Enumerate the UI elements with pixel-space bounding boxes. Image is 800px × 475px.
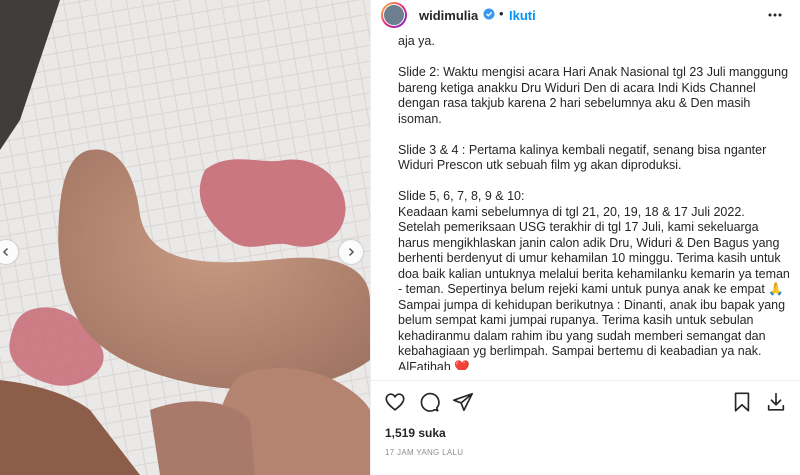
username-link[interactable]: widimulia [419,8,478,23]
post-header: widimulia • Ikuti [371,0,800,30]
caption-paragraph: Slide 3 & 4 : Pertama kalinya kembali ne… [398,142,767,173]
separator-dot: • [499,6,504,21]
post-photo[interactable] [0,0,370,475]
more-options-icon[interactable] [767,7,783,23]
action-bar [371,380,800,421]
post-timestamp[interactable]: 17 JAM YANG LALU [385,448,463,457]
caption-paragraph: Slide 2: Waktu mengisi acara Hari Anak N… [398,65,789,126]
comment-icon[interactable] [418,391,440,413]
post-caption: aja ya. Slide 2: Waktu mengisi acara Har… [398,34,790,370]
avatar[interactable] [381,2,407,28]
chevron-right-icon [348,247,355,257]
caption-paragraph: Slide 5, 6, 7, 8, 9 & 10: Keadaan kami s… [398,189,790,370]
next-slide-button[interactable] [339,240,363,264]
bookmark-icon[interactable] [731,391,753,413]
chevron-left-icon [2,247,9,257]
download-icon[interactable] [765,391,787,413]
like-count[interactable]: 1,519 suka [385,426,446,440]
heart-icon[interactable] [384,391,406,413]
verified-badge-icon [483,8,495,20]
follow-button[interactable]: Ikuti [509,8,536,23]
share-icon[interactable] [452,391,474,413]
caption-paragraph: aja ya. [398,34,435,48]
post-sidebar: widimulia • Ikuti aja ya. Slide 2: Waktu… [370,0,800,475]
post-image [0,0,370,475]
